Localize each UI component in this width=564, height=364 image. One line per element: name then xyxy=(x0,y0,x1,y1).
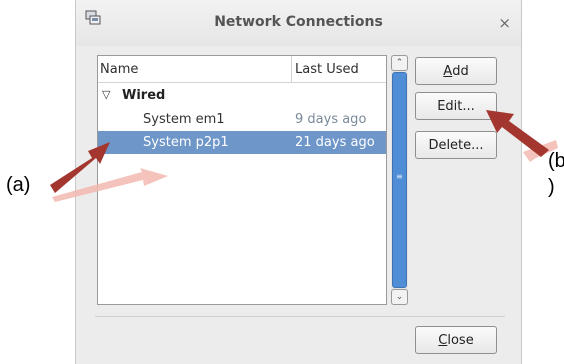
column-divider[interactable] xyxy=(291,56,292,82)
scroll-thumb[interactable]: ≡ xyxy=(392,72,407,288)
delete-button[interactable]: Delete... xyxy=(415,131,497,159)
connection-name: System p2p1 xyxy=(143,135,229,150)
connection-last-used: 9 days ago xyxy=(295,112,367,127)
connection-name: System em1 xyxy=(143,112,225,127)
column-header-name[interactable]: Name xyxy=(100,62,138,77)
add-mnemonic: A xyxy=(443,63,453,79)
window-title: Network Connections xyxy=(214,14,383,30)
vertical-scrollbar[interactable]: ⌃ ≡ ⌄ xyxy=(391,55,408,305)
add-button[interactable]: Add xyxy=(415,57,497,85)
expander-icon[interactable]: ▽ xyxy=(102,88,110,101)
scroll-down-icon[interactable]: ⌄ xyxy=(391,289,408,305)
scroll-up-icon[interactable]: ⌃ xyxy=(391,55,408,71)
list-item-selected[interactable]: System p2p1 21 days ago xyxy=(98,131,386,154)
annotation-label-b: (b xyxy=(548,150,564,172)
network-connections-window: Network Connections × Name Last Used ▽ W… xyxy=(75,0,522,364)
connections-list[interactable]: Name Last Used ▽ Wired System em1 9 days… xyxy=(97,55,387,305)
column-header-last-used[interactable]: Last Used xyxy=(295,62,359,77)
title-bar: Network Connections × xyxy=(76,0,521,46)
close-button[interactable]: Close xyxy=(415,326,497,354)
list-header: Name Last Used xyxy=(98,56,386,83)
add-label-rest: dd xyxy=(452,63,469,79)
close-icon[interactable]: × xyxy=(498,14,511,32)
list-item[interactable]: System em1 9 days ago xyxy=(98,108,386,131)
group-label: Wired xyxy=(122,88,166,103)
divider xyxy=(95,316,505,317)
annotation-label-b-close: ) xyxy=(548,176,555,198)
close-mnemonic: C xyxy=(438,332,448,348)
annotation-label-a: (a) xyxy=(6,174,31,196)
grip-icon: ≡ xyxy=(396,172,403,181)
edit-button[interactable]: Edit... xyxy=(415,92,497,120)
group-row-wired[interactable]: ▽ Wired xyxy=(98,85,386,108)
close-label-rest: lose xyxy=(447,332,474,348)
connection-last-used: 21 days ago xyxy=(295,135,375,150)
